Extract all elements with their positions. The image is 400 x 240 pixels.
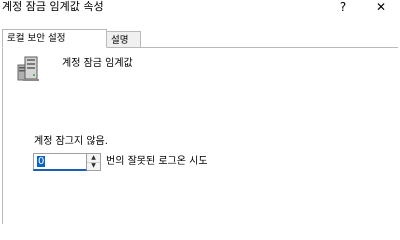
server-policy-icon [16, 55, 42, 83]
threshold-spinner: 0 ▲ ▼ [33, 153, 101, 171]
spinner-buttons: ▲ ▼ [87, 153, 101, 171]
lockout-description-label: 계정 잠그지 않음. [34, 136, 108, 147]
threshold-input[interactable]: 0 [33, 153, 87, 171]
tab-explain[interactable]: 설명 [107, 31, 141, 48]
window-title: 계정 잠금 임계값 속성 [2, 0, 104, 13]
properties-dialog: 계정 잠금 임계값 속성 ? ✕ 로컬 보안 설정 설명 계정 잠금 임계값 계… [0, 0, 400, 224]
tab-local-security-setting[interactable]: 로컬 보안 설정 [2, 29, 107, 48]
threshold-value: 0 [37, 156, 46, 167]
attempts-unit-label: 번의 잘못된 로그온 시도 [106, 156, 208, 167]
help-button[interactable]: ? [330, 0, 356, 18]
spin-down-button[interactable]: ▼ [87, 162, 100, 170]
title-bar[interactable]: 계정 잠금 임계값 속성 ? ✕ [0, 0, 400, 22]
policy-title: 계정 잠금 임계값 [62, 58, 133, 69]
close-button[interactable]: ✕ [368, 0, 394, 18]
